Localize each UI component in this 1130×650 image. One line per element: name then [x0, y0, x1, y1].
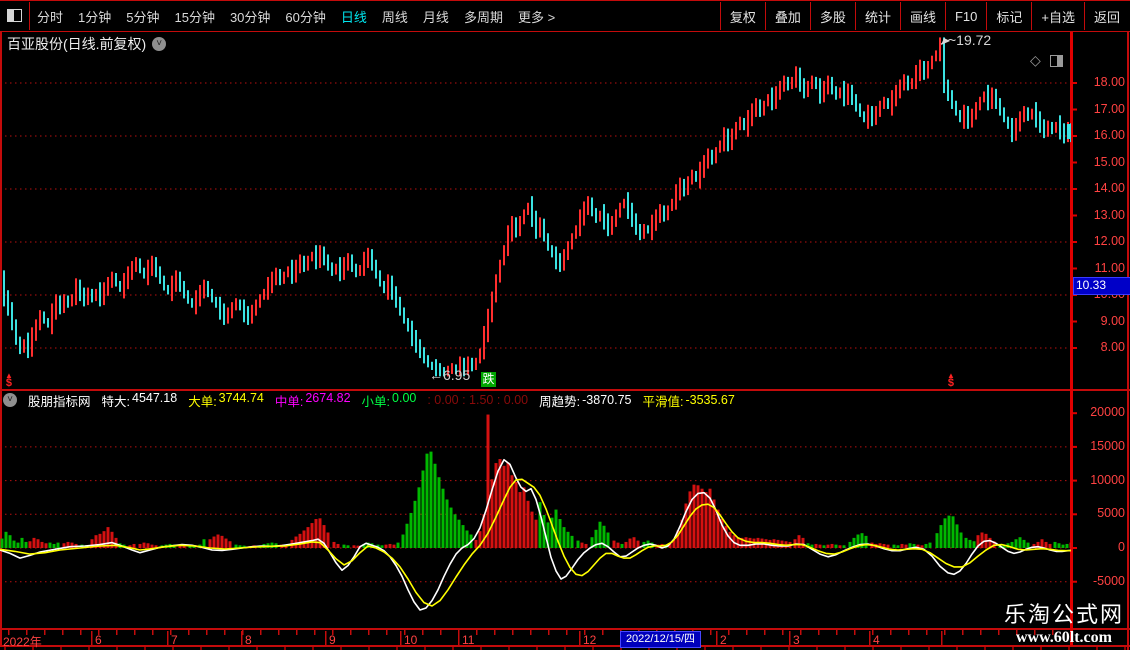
price-axis-label: 13.00	[1093, 207, 1125, 222]
date-axis-label: 11	[462, 633, 475, 647]
indicator-axis-label: 20000	[1090, 405, 1125, 420]
indicator-source: 股朋指标网	[28, 394, 91, 409]
date-axis-label: 4	[873, 633, 880, 647]
price-axis-label: 11.00	[1094, 260, 1125, 275]
price-axis-label: 14.00	[1093, 181, 1125, 195]
fall-badge: 跌	[481, 372, 496, 387]
indicator-field-value: 0.00	[392, 390, 417, 405]
indicator-field-label: 特大:	[101, 394, 130, 409]
indicator-field-value: 2674.82	[305, 390, 351, 405]
watermark-url: www.60lt.com	[1016, 629, 1112, 646]
indicator-axis-label: 5000	[1097, 506, 1125, 521]
crosshair-date-marker: 2022/12/15/四	[620, 631, 701, 648]
indicator-field: 小单: 0.00	[362, 391, 417, 410]
smooth-value: -3535.67	[685, 393, 735, 407]
date-axis-label: 8	[245, 633, 252, 647]
date-axis-label: 10	[404, 633, 418, 647]
indicator-gridlines	[0, 446, 1070, 583]
indicator-field-label: 小单:	[361, 394, 391, 409]
indicator-field: 中单: 2674.82	[275, 391, 351, 410]
indicator-axis-label: -5000	[1093, 573, 1125, 588]
indicator-header: ˅ 股朋指标网 特大: 4547.18 大单: 3744.74 中单: 2674.82 小单…	[3, 391, 735, 410]
smooth-label: 平滑值:	[642, 394, 684, 409]
dividend-marker[interactable]: ▲ $	[947, 372, 955, 389]
axis-ticks	[4, 82, 1126, 650]
price-axis-label: 12.00	[1093, 234, 1125, 248]
high-price-annotation: ~19.72	[948, 32, 992, 48]
chevron-down-icon[interactable]: ˅	[3, 393, 17, 407]
price-axis-label: 17.00	[1093, 101, 1125, 116]
indicator-field-label: 大单:	[188, 394, 217, 409]
indicator-axis-label: 0	[1118, 540, 1125, 554]
crosshair-price-marker: 10.33	[1073, 277, 1130, 296]
trend-label: 周趋势:	[539, 394, 581, 409]
date-axis-label: 9	[329, 633, 336, 647]
window-icon[interactable]	[1049, 54, 1063, 67]
candlestick-series	[3, 37, 1071, 377]
price-axis-label: 9.00	[1100, 313, 1125, 328]
price-axis-label: 15.00	[1093, 154, 1125, 169]
indicator-field: 特大: 4547.18	[102, 391, 178, 410]
indicator-axis-label: 10000	[1090, 472, 1125, 487]
watermark: 乐淘公式网 www.60lt.com	[1004, 597, 1124, 647]
trend-value: -3870.75	[582, 393, 632, 407]
date-axis-label: 7	[171, 633, 178, 647]
diamond-icon[interactable]: ◇	[1030, 52, 1041, 69]
chevron-down-icon[interactable]: ˅	[152, 37, 167, 51]
chart-canvas[interactable]	[0, 0, 1130, 650]
date-axis-label: 6	[95, 633, 102, 647]
chart-title-row: 百亚股份(日线.前复权) ˅	[7, 34, 167, 54]
flow-bar-series	[0, 414, 1071, 548]
price-axis-label: 8.00	[1100, 340, 1125, 354]
price-axis-label: 18.00	[1093, 75, 1125, 89]
date-axis-label: 2022年	[3, 635, 42, 649]
indicator-field-value: 4547.18	[132, 390, 178, 405]
dividend-marker[interactable]: ▲ $	[5, 372, 13, 389]
window-controls: ◇	[1030, 52, 1063, 69]
indicator-axis-label: 15000	[1090, 438, 1125, 453]
date-axis-label: 3	[793, 633, 800, 647]
app-window: 分时 1分钟 5分钟 15分钟 30分钟 60分钟 日线 周线 月线 多周期 更多 ˃ 复权 叠加 多股…	[0, 0, 1130, 650]
date-axis-label: 2	[720, 633, 727, 647]
indicator-field-value: 3744.74	[218, 390, 264, 405]
stock-title: 百亚股份(日线.前复权)	[7, 36, 147, 52]
date-axis-label: 12	[583, 633, 597, 647]
price-axis-label: 16.00	[1093, 128, 1125, 142]
indicator-field-label: 中单:	[274, 394, 304, 409]
indicator-muted-values: : 0.00 : 1.50 : 0.00	[427, 393, 529, 407]
watermark-title: 乐淘公式网	[1003, 602, 1124, 627]
low-price-annotation: ←6.95	[429, 367, 471, 383]
indicator-field: 大单: 3744.74	[188, 391, 264, 410]
